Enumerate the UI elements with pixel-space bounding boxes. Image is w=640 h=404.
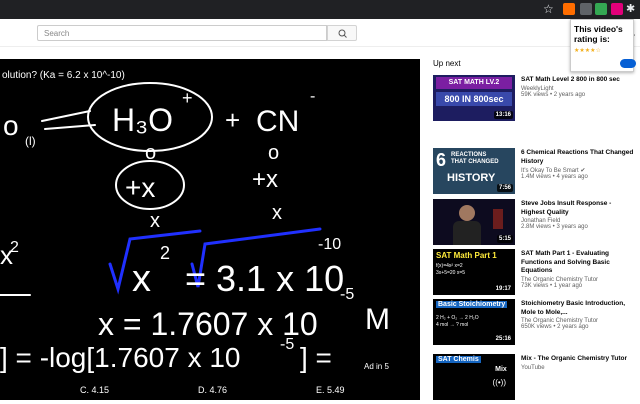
svg-text:x: x xyxy=(272,202,282,224)
handwritten-chemistry-drawing: H₃O + + CN - o (l) o o +x +x x x x 2 = 3… xyxy=(0,82,390,373)
bookmark-star-icon[interactable]: ☆ xyxy=(543,2,554,16)
video-thumbnail[interactable]: 6 REACTIONS THAT CHANGED HISTORY 7:56 xyxy=(433,148,515,194)
list-item[interactable]: SAT Math Part 1 f(x)=4x² x=2 3x+5=20 x=5 … xyxy=(433,249,638,299)
svg-text:+x: +x xyxy=(252,166,278,193)
svg-text:CN: CN xyxy=(256,105,299,138)
list-item[interactable]: 5:15 Steve Jobs Insult Response - Highes… xyxy=(433,199,638,249)
browser-toolbar: ☆ ✱ xyxy=(0,0,640,19)
autoplay-toggle[interactable] xyxy=(620,59,636,68)
extension-orange-icon[interactable] xyxy=(563,3,575,15)
svg-text:-: - xyxy=(310,88,315,105)
list-item[interactable]: Basic Stoichiometry 2 H₂ + O₂ → 2 H₂O 4 m… xyxy=(433,299,638,349)
svg-text:-10: -10 xyxy=(318,236,341,253)
extension-rating-icon[interactable] xyxy=(611,3,623,15)
svg-text:2: 2 xyxy=(10,239,19,256)
video-title[interactable]: Mix - The Organic Chemistry Tutor xyxy=(521,355,636,364)
video-title[interactable]: 6 Chemical Reactions That Changed Histor… xyxy=(521,149,636,166)
extension-google-icon[interactable] xyxy=(595,3,607,15)
view-count: 2.8M views • 3 years ago xyxy=(521,224,588,230)
video-thumbnail[interactable]: SAT Math Part 1 f(x)=4x² x=2 3x+5=20 x=5 … xyxy=(433,249,515,295)
answer-choice-e: E. 5.49 xyxy=(316,385,345,395)
rating-popup-title: This video's rating is: xyxy=(574,24,623,44)
svg-text:x: x xyxy=(150,210,160,232)
extension-f-icon[interactable] xyxy=(580,3,592,15)
svg-text:o: o xyxy=(268,142,279,164)
extensions-puzzle-icon[interactable]: ✱ xyxy=(626,2,635,15)
svg-text:(l): (l) xyxy=(25,134,36,148)
duration-badge: 13:16 xyxy=(493,111,513,119)
video-player[interactable]: olution? (Ka = 6.2 x 10^-10) H₃O + + CN … xyxy=(0,59,420,400)
duration-badge: 7:56 xyxy=(496,184,513,192)
svg-text:] =: ] = xyxy=(300,342,332,373)
svg-text:+: + xyxy=(225,105,240,135)
list-item[interactable]: SAT Chemis Mix ((•)) Mix - The Organic C… xyxy=(433,354,638,404)
view-count: 73K views • 1 year ago xyxy=(521,282,583,289)
duration-badge: 5:15 xyxy=(496,235,513,243)
answer-choice-d: D. 4.76 xyxy=(198,385,228,395)
svg-text:-5: -5 xyxy=(340,286,354,303)
video-title[interactable]: SAT Math Part 1 - Evaluating Functions a… xyxy=(521,250,636,276)
rating-stars: ★★★★☆ xyxy=(574,48,601,54)
video-thumbnail[interactable]: SAT Chemis Mix ((•)) xyxy=(433,354,515,400)
up-next-sidebar: Up next SAT MATH LV.2 800 IN 800sec 13:1… xyxy=(430,59,640,400)
video-thumbnail[interactable]: SAT MATH LV.2 800 IN 800sec 13:16 xyxy=(433,75,515,121)
view-count: 650K views • 2 years ago xyxy=(521,324,589,330)
video-thumbnail[interactable]: 5:15 xyxy=(433,199,515,245)
mix-icon: ((•)) xyxy=(492,378,506,387)
duration-badge: 19:17 xyxy=(493,285,513,293)
youtube-header: Search xyxy=(0,19,640,47)
svg-text:+x: +x xyxy=(125,172,155,203)
view-count: 59K views • 2 years ago xyxy=(521,91,586,98)
duration-badge: 25:16 xyxy=(493,335,513,343)
channel-name[interactable]: It's Okay To Be Smart ✔ xyxy=(521,167,636,174)
view-count: 1.4M views • 4 years ago xyxy=(521,174,588,180)
search-button[interactable] xyxy=(327,25,357,41)
ad-countdown-label: Ad in 5 xyxy=(364,362,389,371)
video-title[interactable]: Steve Jobs Insult Response - Highest Qua… xyxy=(521,200,636,217)
video-title[interactable]: Stoichiometry Basic Introduction, Mole t… xyxy=(521,300,636,317)
search-icon xyxy=(338,29,347,38)
thumbnail-caption: SAT Chemis xyxy=(436,356,481,363)
channel-name[interactable]: YouTube xyxy=(521,365,636,371)
list-item[interactable]: SAT MATH LV.2 800 IN 800sec 13:16 SAT Ma… xyxy=(433,75,638,125)
svg-text:2: 2 xyxy=(160,243,170,263)
answer-choice-c: C. 4.15 xyxy=(80,385,110,395)
mix-label: Mix xyxy=(495,366,507,373)
video-thumbnail[interactable]: Basic Stoichiometry 2 H₂ + O₂ → 2 H₂O 4 m… xyxy=(433,299,515,345)
svg-text:+: + xyxy=(182,88,193,108)
search-input[interactable]: Search xyxy=(37,25,327,41)
svg-text:x: x xyxy=(132,258,151,300)
svg-text:] = -log[1.7607 x 10: ] = -log[1.7607 x 10 xyxy=(0,342,241,373)
list-item[interactable]: 6 REACTIONS THAT CHANGED HISTORY 7:56 6 C… xyxy=(433,148,638,198)
search-placeholder: Search xyxy=(44,29,70,38)
svg-text:= 3.1 x 10: = 3.1 x 10 xyxy=(185,258,344,299)
svg-text:o: o xyxy=(3,110,19,141)
up-next-label: Up next xyxy=(433,59,461,68)
svg-text:-5: -5 xyxy=(280,336,294,353)
svg-text:o: o xyxy=(145,142,156,164)
svg-text:M: M xyxy=(365,303,390,336)
svg-text:H₃O: H₃O xyxy=(112,102,173,138)
video-title[interactable]: SAT Math Level 2 800 in 800 sec xyxy=(521,76,636,85)
